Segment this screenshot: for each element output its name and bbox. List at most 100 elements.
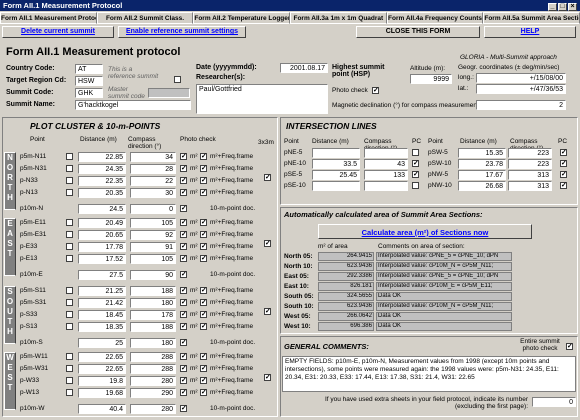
plot-compass-field[interactable]: 180: [130, 298, 176, 308]
calculate-area-button[interactable]: Calculate area (m²) of Sections now: [318, 224, 532, 239]
plot-compass-field[interactable]: 30: [130, 188, 176, 198]
plot-3x3-checkbox[interactable]: [264, 173, 271, 181]
ten-compass-field[interactable]: 0: [130, 204, 176, 214]
m2-photo-checkbox[interactable]: [180, 286, 187, 294]
m2-photo-checkbox[interactable]: [180, 298, 187, 306]
summit-code-field[interactable]: GHK: [75, 88, 103, 98]
plot-compass-field[interactable]: 280: [130, 376, 176, 386]
entire-photo-checkbox[interactable]: [566, 342, 573, 350]
freq-photo-checkbox[interactable]: [200, 188, 207, 196]
reference-summit-checkbox[interactable]: [174, 76, 181, 83]
freq-photo-checkbox[interactable]: [200, 218, 207, 226]
m2-photo-checkbox[interactable]: [180, 152, 187, 160]
plot-3x3-checkbox[interactable]: [264, 307, 271, 315]
freq-photo-checkbox[interactable]: [200, 310, 207, 318]
plot-point-checkbox[interactable]: [66, 377, 73, 384]
plot-point-checkbox[interactable]: [66, 153, 73, 160]
m2-photo-checkbox[interactable]: [180, 230, 187, 238]
m2-photo-checkbox[interactable]: [180, 164, 187, 172]
int-pc-checkbox[interactable]: [560, 148, 567, 156]
freq-photo-checkbox[interactable]: [200, 254, 207, 262]
plot-distance-field[interactable]: 20.35: [78, 188, 126, 198]
plot-distance-field[interactable]: 18.35: [78, 322, 126, 332]
summit-name-field[interactable]: G'hacktkogel: [75, 100, 191, 110]
maximize-icon[interactable]: □: [558, 3, 567, 11]
plot-point-checkbox[interactable]: [66, 219, 73, 226]
freq-photo-checkbox[interactable]: [200, 388, 207, 396]
plot-distance-field[interactable]: 22.85: [78, 152, 126, 162]
plot-compass-field[interactable]: 105: [130, 254, 176, 264]
enable-reference-button[interactable]: Enable reference summit settings: [118, 26, 246, 38]
plot-point-checkbox[interactable]: [66, 323, 73, 330]
int-distance-field[interactable]: 26.68: [458, 181, 506, 191]
int-pc-checkbox[interactable]: [560, 181, 567, 189]
plot-point-checkbox[interactable]: [66, 243, 73, 250]
int-distance-field[interactable]: [312, 148, 360, 158]
ten-compass-field[interactable]: 180: [130, 338, 176, 348]
plot-distance-field[interactable]: 19.8: [78, 376, 126, 386]
country-code-field[interactable]: AT: [75, 64, 103, 74]
freq-photo-checkbox[interactable]: [200, 286, 207, 294]
m2-photo-checkbox[interactable]: [180, 176, 187, 184]
plot-compass-field[interactable]: 28: [130, 164, 176, 174]
plot-compass-field[interactable]: 22: [130, 176, 176, 186]
int-pc-checkbox[interactable]: [412, 170, 419, 178]
int-distance-field[interactable]: 17.67: [458, 170, 506, 180]
master-summit-select[interactable]: [148, 88, 190, 98]
close-form-button[interactable]: CLOSE THIS FORM: [356, 26, 480, 38]
hsp-photo-checkbox[interactable]: [372, 86, 379, 94]
plot-compass-field[interactable]: 178: [130, 310, 176, 320]
ten-distance-field[interactable]: 24.5: [78, 204, 126, 214]
ten-compass-field[interactable]: 280: [130, 404, 176, 414]
freq-photo-checkbox[interactable]: [200, 364, 207, 372]
int-compass-field[interactable]: [364, 181, 408, 191]
int-compass-field[interactable]: 133: [364, 170, 408, 180]
plot-3x3-checkbox[interactable]: [264, 239, 271, 247]
plot-distance-field[interactable]: 21.25: [78, 286, 126, 296]
int-compass-field[interactable]: 43: [364, 159, 408, 169]
m2-photo-checkbox[interactable]: [180, 242, 187, 250]
freq-photo-checkbox[interactable]: [200, 176, 207, 184]
long-field[interactable]: +/15/08/00: [476, 73, 566, 83]
tab-4[interactable]: Form AII.3a 1m x 1m Quadrat: [290, 12, 387, 24]
plot-compass-field[interactable]: 92: [130, 230, 176, 240]
freq-photo-checkbox[interactable]: [200, 152, 207, 160]
int-distance-field[interactable]: 23.78: [458, 159, 506, 169]
plot-point-checkbox[interactable]: [66, 231, 73, 238]
extra-sheets-field[interactable]: 0: [532, 397, 576, 407]
plot-point-checkbox[interactable]: [66, 287, 73, 294]
ten-distance-field[interactable]: 40.4: [78, 404, 126, 414]
comments-textarea[interactable]: EMPTY FIELDS: p10m-E, p10m-N, Measuremen…: [282, 356, 576, 392]
plot-distance-field[interactable]: 21.42: [78, 298, 126, 308]
plot-point-checkbox[interactable]: [66, 165, 73, 172]
plot-compass-field[interactable]: 34: [130, 152, 176, 162]
plot-compass-field[interactable]: 105: [130, 218, 176, 228]
int-compass-field[interactable]: 313: [508, 170, 552, 180]
plot-distance-field[interactable]: 24.35: [78, 164, 126, 174]
ten-photo-checkbox[interactable]: [180, 404, 187, 412]
researchers-field[interactable]: Paul/Gottfried: [196, 84, 328, 114]
ten-photo-checkbox[interactable]: [180, 270, 187, 278]
plot-compass-field[interactable]: 188: [130, 286, 176, 296]
int-distance-field[interactable]: 33.5: [312, 159, 360, 169]
freq-photo-checkbox[interactable]: [200, 376, 207, 384]
ten-distance-field[interactable]: 27.5: [78, 270, 126, 280]
freq-photo-checkbox[interactable]: [200, 242, 207, 250]
freq-photo-checkbox[interactable]: [200, 164, 207, 172]
m2-photo-checkbox[interactable]: [180, 218, 187, 226]
plot-distance-field[interactable]: 19.68: [78, 388, 126, 398]
plot-compass-field[interactable]: 91: [130, 242, 176, 252]
freq-photo-checkbox[interactable]: [200, 322, 207, 330]
int-compass-field[interactable]: 223: [508, 148, 552, 158]
int-pc-checkbox[interactable]: [412, 182, 419, 189]
plot-distance-field[interactable]: 18.45: [78, 310, 126, 320]
plot-compass-field[interactable]: 188: [130, 322, 176, 332]
m2-photo-checkbox[interactable]: [180, 388, 187, 396]
int-compass-field[interactable]: [364, 148, 408, 158]
plot-point-checkbox[interactable]: [66, 353, 73, 360]
plot-point-checkbox[interactable]: [66, 177, 73, 184]
ten-photo-checkbox[interactable]: [180, 338, 187, 346]
m2-photo-checkbox[interactable]: [180, 322, 187, 330]
plot-point-checkbox[interactable]: [66, 299, 73, 306]
m2-photo-checkbox[interactable]: [180, 364, 187, 372]
